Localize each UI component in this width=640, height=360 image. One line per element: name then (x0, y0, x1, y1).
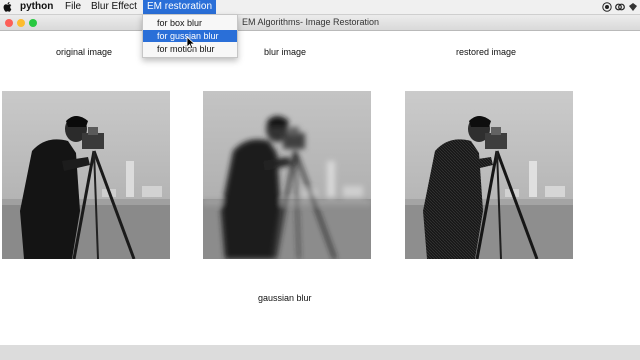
menu-file[interactable]: File (61, 0, 85, 14)
original-image (2, 91, 170, 259)
blur-type-caption: gaussian blur (258, 293, 312, 303)
restored-image-panel (405, 91, 573, 259)
menu-bar: python File Blur Effect EM restoration (0, 0, 640, 15)
gem-icon[interactable] (628, 2, 638, 12)
window-title: EM Algorithms- Image Restoration (242, 17, 380, 27)
blur-image-panel (203, 91, 371, 259)
blur-image-label: blur image (264, 47, 307, 57)
menu-item-box-blur[interactable]: for box blur (143, 17, 237, 29)
window-titlebar[interactable]: EM Algorithms- Image Restoration (0, 15, 640, 31)
restored-image (405, 91, 573, 259)
restored-image-label: restored image (456, 47, 517, 57)
desktop-bottom-strip (0, 345, 640, 360)
menu-blur-effect[interactable]: Blur Effect (87, 0, 141, 14)
minimize-window-button[interactable] (17, 19, 25, 27)
zoom-window-button[interactable] (29, 19, 37, 27)
menu-app-python[interactable]: python (16, 0, 57, 14)
original-image-panel (2, 91, 170, 259)
apple-icon[interactable] (3, 1, 13, 13)
blurred-image (203, 91, 371, 259)
record-icon[interactable] (602, 2, 612, 12)
creative-cloud-icon[interactable] (615, 2, 625, 12)
close-window-button[interactable] (5, 19, 13, 27)
menu-em-restoration[interactable]: EM restoration (143, 0, 217, 14)
original-image-label: original image (56, 47, 113, 57)
mouse-cursor-icon (186, 36, 196, 50)
